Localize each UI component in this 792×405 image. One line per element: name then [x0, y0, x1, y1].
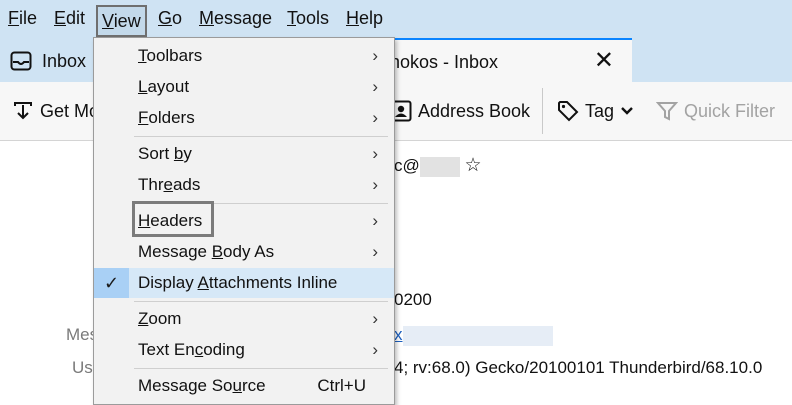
checkmark-icon: ✓ [94, 268, 129, 298]
user-agent-value: 4; rv:68.0) Gecko/20100101 Thunderbird/6… [394, 358, 763, 377]
download-icon [14, 102, 32, 120]
menu-item-message-source[interactable]: Message Source Ctrl+U [94, 371, 394, 401]
user-agent-label: Us [72, 358, 93, 377]
menu-item-message-body-as[interactable]: Message Body As › [94, 237, 394, 267]
chevron-right-icon: › [372, 242, 378, 261]
tab-active-title: nokos - Inbox [390, 52, 499, 72]
tab-inbox-label: Inbox [42, 50, 87, 71]
tag-label: Tag [585, 100, 615, 121]
menu-message[interactable]: Message [199, 8, 272, 29]
menu-item-toolbars[interactable]: Toolbars › [94, 41, 394, 71]
menu-separator [134, 368, 388, 369]
chevron-right-icon: › [372, 46, 378, 65]
get-messages-button[interactable]: Get Mo [12, 100, 99, 122]
date-value: 0200 [394, 290, 432, 309]
menu-item-layout[interactable]: Layout › [94, 72, 394, 102]
menu-file[interactable]: File [8, 8, 37, 29]
menu-help[interactable]: Help [346, 8, 383, 29]
chevron-right-icon: › [372, 77, 378, 96]
menu-go[interactable]: Go [158, 8, 182, 29]
menu-item-zoom[interactable]: Zoom › [94, 304, 394, 334]
tab-active-inbox[interactable]: nokos - Inbox ✕ [390, 38, 632, 82]
address-book-button[interactable]: Address Book [390, 100, 530, 122]
menu-item-threads[interactable]: Threads › [94, 170, 394, 200]
chevron-right-icon: › [372, 340, 378, 359]
menu-view[interactable]: View [96, 5, 147, 37]
shortcut-label: Ctrl+U [317, 376, 366, 395]
star-icon[interactable]: ☆ [465, 155, 482, 176]
menu-item-sort-by[interactable]: Sort by › [94, 139, 394, 169]
tag-icon [558, 101, 579, 122]
menu-item-display-attachments-inline[interactable]: ✓ Display Attachments Inline [94, 268, 394, 298]
message-id-value[interactable]: x [394, 325, 553, 346]
menu-tools[interactable]: Tools [287, 8, 329, 29]
menu-separator [134, 136, 388, 137]
redacted-block [402, 325, 553, 346]
chevron-right-icon: › [372, 108, 378, 127]
chevron-right-icon: › [372, 309, 378, 328]
quick-filter-button[interactable]: Quick Filter [656, 100, 775, 122]
from-address[interactable]: c@ ☆ [394, 154, 482, 177]
address-book-label: Address Book [418, 100, 531, 121]
chevron-right-icon: › [372, 211, 378, 230]
message-id-link[interactable]: x [394, 325, 403, 344]
menu-bar: File Edit View Go Message Tools Help [0, 0, 792, 39]
menu-edit[interactable]: Edit [54, 8, 85, 29]
redacted-block [419, 156, 460, 177]
inbox-icon [10, 51, 32, 71]
chevron-down-icon [621, 107, 633, 115]
tag-button[interactable]: Tag [557, 100, 634, 122]
filter-icon [656, 102, 678, 121]
close-tab-icon[interactable]: ✕ [594, 49, 614, 73]
chevron-right-icon: › [372, 175, 378, 194]
from-address-text: c@ [394, 156, 420, 175]
get-messages-label: Get Mo [40, 100, 100, 121]
menu-item-folders[interactable]: Folders › [94, 103, 394, 133]
chevron-right-icon: › [372, 144, 378, 163]
tab-inbox[interactable]: Inbox [10, 46, 86, 76]
toolbar-separator [542, 88, 543, 134]
headers-highlight-box [132, 201, 214, 237]
quick-filter-label: Quick Filter [684, 100, 776, 121]
menu-item-text-encoding[interactable]: Text Encoding › [94, 335, 394, 365]
menu-separator [134, 301, 388, 302]
